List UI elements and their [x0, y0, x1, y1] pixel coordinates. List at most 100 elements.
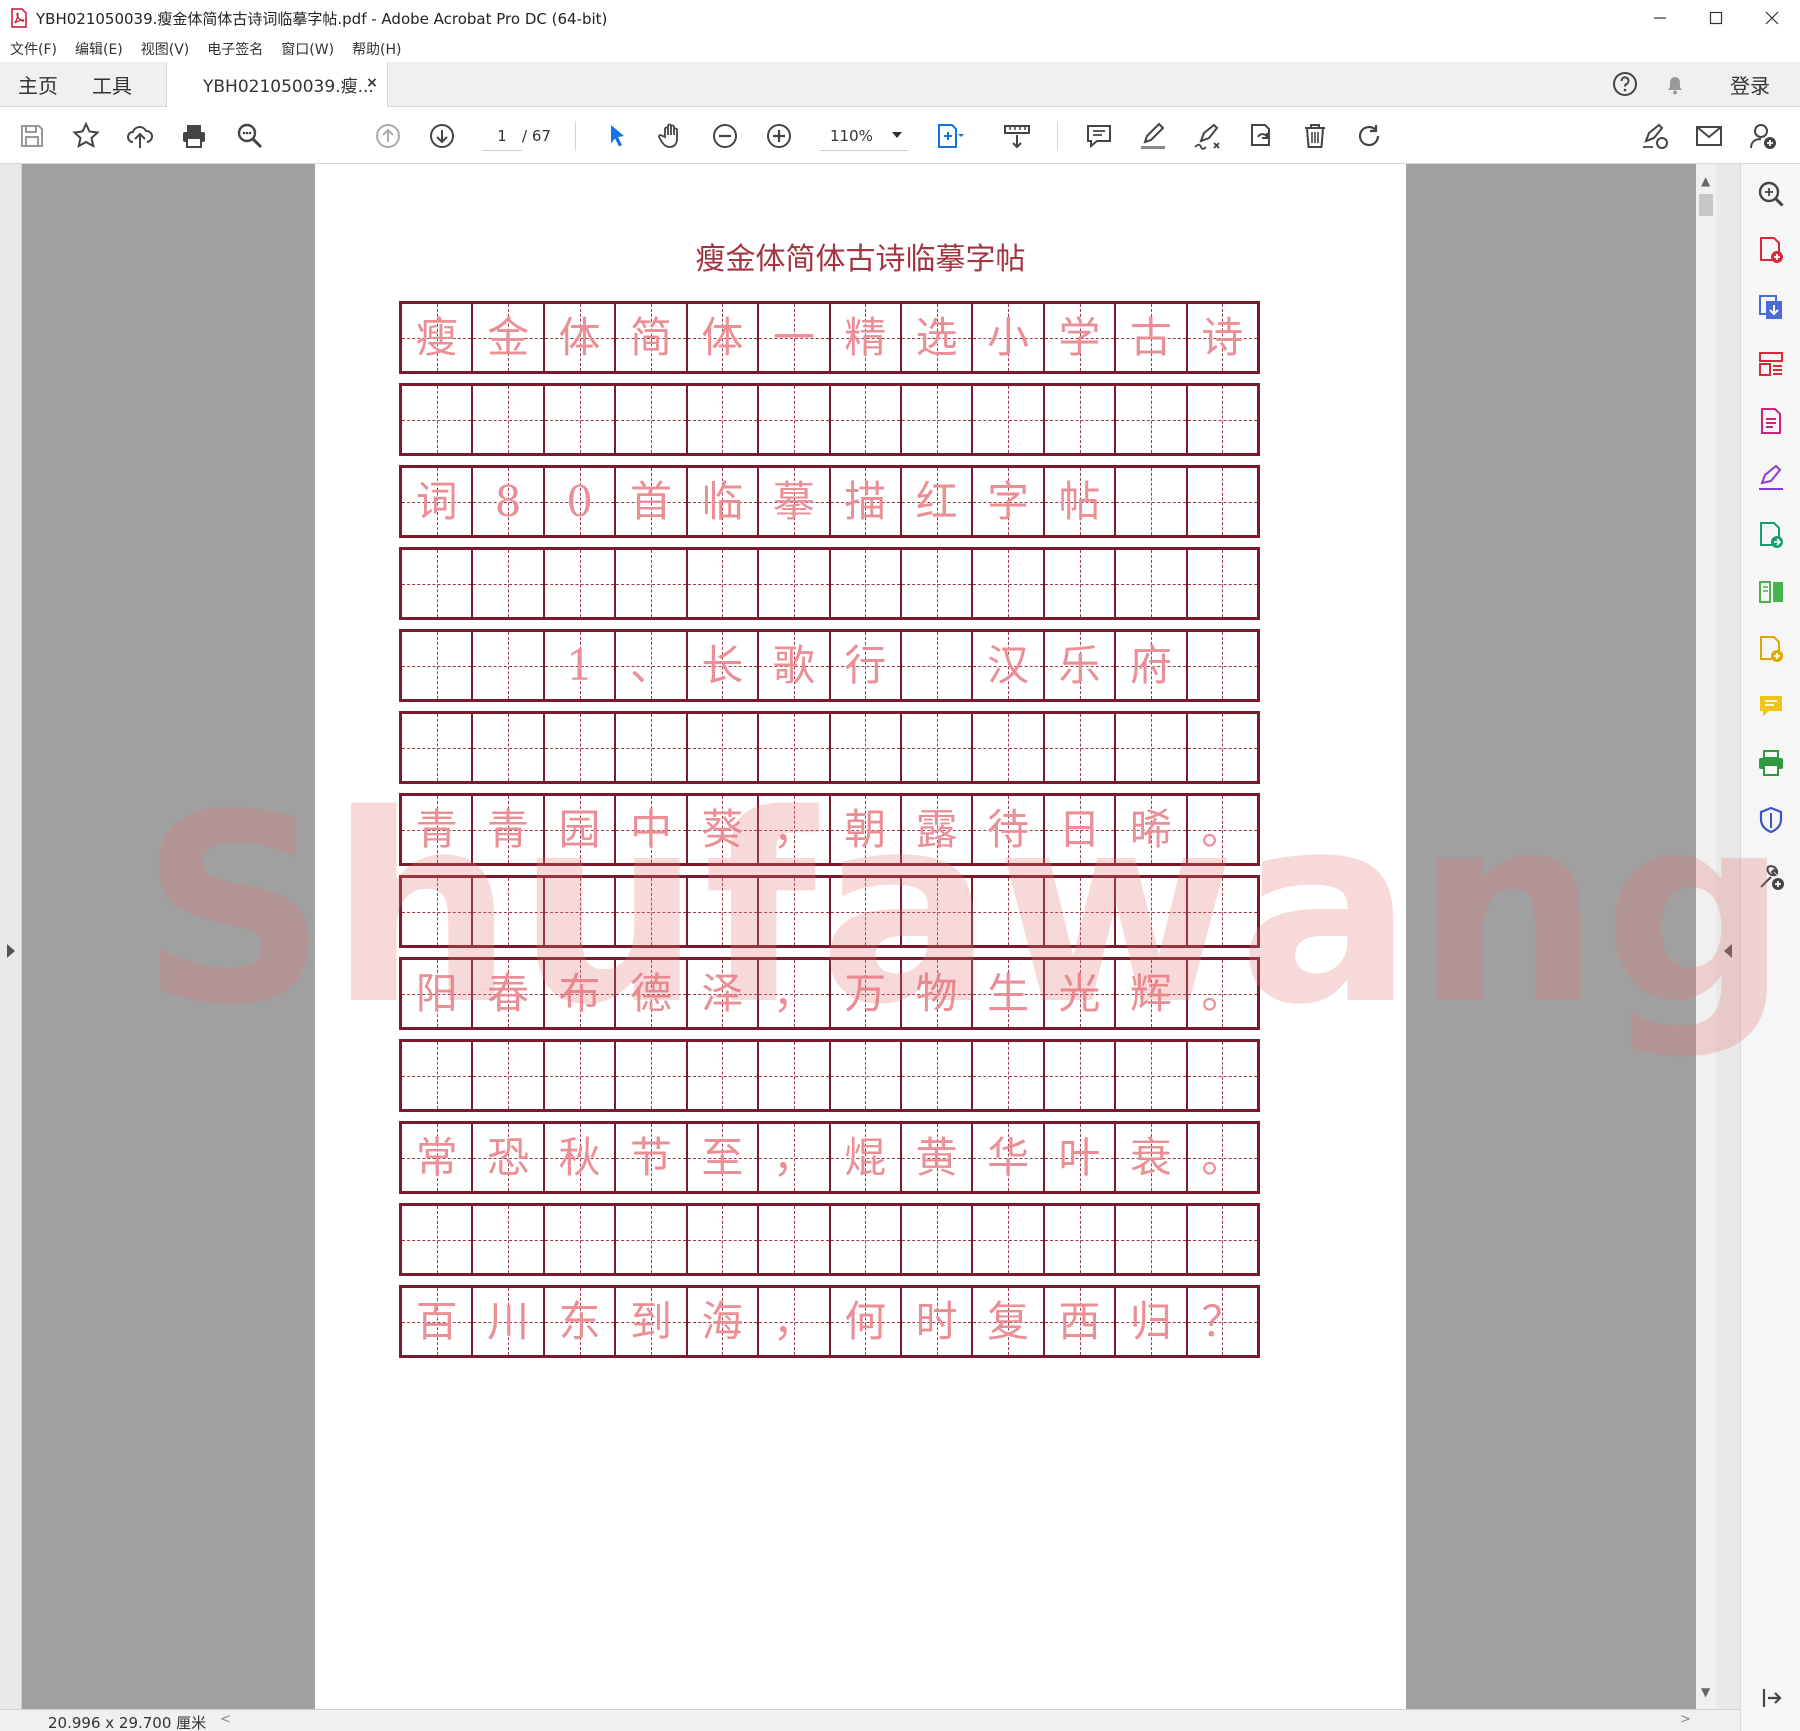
- trace-character: 瘦: [415, 312, 458, 362]
- grid-cell: [1116, 878, 1188, 945]
- menu-e-sign[interactable]: 电子签名: [198, 39, 272, 59]
- trace-character: 焜: [844, 1132, 887, 1182]
- minimize-icon: [1654, 17, 1666, 19]
- delete-trash-icon[interactable]: [1298, 119, 1332, 153]
- print-icon[interactable]: [177, 119, 211, 153]
- grid-cell: [973, 386, 1045, 453]
- maximize-button[interactable]: [1688, 0, 1744, 36]
- comment-tool-icon[interactable]: [1755, 690, 1787, 722]
- trace-character: 园: [558, 804, 601, 854]
- grid-cell: 朝: [830, 796, 902, 863]
- trace-character: 青: [415, 804, 458, 854]
- grid-cell: 一: [759, 304, 831, 371]
- grid-cell: [973, 878, 1045, 945]
- share-user-icon[interactable]: [1746, 119, 1780, 153]
- create-pdf-icon[interactable]: [1755, 234, 1787, 266]
- grid-row: 青青园中葵，朝露待日晞。: [399, 793, 1260, 866]
- grid-cell: [687, 386, 760, 453]
- grid-cell: [1044, 386, 1117, 453]
- minimize-button[interactable]: [1632, 0, 1688, 36]
- grid-cell: ，: [759, 960, 831, 1027]
- grid-cell: [901, 714, 974, 781]
- combine-files-icon[interactable]: [1755, 633, 1787, 665]
- menu-window[interactable]: 窗口(W): [272, 39, 343, 59]
- left-panel-toggle[interactable]: [0, 164, 22, 1709]
- tab-home[interactable]: 主页: [18, 62, 58, 106]
- trace-character: 学: [1058, 312, 1101, 362]
- menu-edit[interactable]: 编辑(E): [66, 39, 132, 59]
- organize-pages-icon[interactable]: [1755, 348, 1787, 380]
- grid-cell: [1116, 550, 1188, 617]
- grid-cell: [973, 1042, 1045, 1109]
- zoom-level-dropdown[interactable]: 110%: [820, 121, 908, 151]
- compare-files-icon[interactable]: [1755, 576, 1787, 608]
- fill-and-sign-icon[interactable]: [1755, 462, 1787, 494]
- email-icon[interactable]: [1692, 119, 1726, 153]
- grid-cell: 葵: [687, 796, 760, 863]
- grid-cell: [616, 1042, 688, 1109]
- trace-character: 春: [487, 968, 530, 1018]
- grid-cell: [1187, 878, 1258, 945]
- fill-sign-icon[interactable]: [1638, 119, 1672, 153]
- grid-cell: 古: [1116, 304, 1188, 371]
- trace-character: 。: [1201, 804, 1244, 854]
- cloud-upload-icon[interactable]: [123, 119, 157, 153]
- login-button[interactable]: 登录: [1730, 70, 1770, 99]
- grid-cell: 字: [973, 468, 1045, 535]
- menu-help[interactable]: 帮助(H): [343, 39, 410, 59]
- help-icon[interactable]: [1610, 69, 1640, 99]
- previous-page-icon[interactable]: [371, 119, 405, 153]
- protect-shield-icon[interactable]: [1755, 804, 1787, 836]
- maximize-icon: [1709, 11, 1723, 25]
- vertical-scrollbar[interactable]: ▲ ▼: [1696, 164, 1716, 1709]
- search-icon[interactable]: [1755, 178, 1787, 210]
- grid-cell: [1116, 1206, 1188, 1273]
- edit-pdf-icon[interactable]: [1755, 405, 1787, 437]
- menu-view[interactable]: 视图(V): [132, 39, 199, 59]
- page-number-input[interactable]: 1: [482, 121, 522, 151]
- hand-tool-icon[interactable]: [654, 119, 688, 153]
- menu-bar: 文件(F) 编辑(E) 视图(V) 电子签名 窗口(W) 帮助(H): [0, 36, 1800, 62]
- grid-cell: 黄: [901, 1124, 974, 1191]
- scroll-up-icon[interactable]: ▲: [1701, 174, 1710, 188]
- measure-tool-icon[interactable]: [1000, 119, 1034, 153]
- tab-tools[interactable]: 工具: [92, 62, 132, 106]
- bookmark-star-icon[interactable]: [69, 119, 103, 153]
- highlight-pen-icon[interactable]: [1136, 119, 1170, 153]
- grid-cell: [473, 632, 545, 699]
- scroll-left-icon[interactable]: <: [220, 1712, 231, 1727]
- select-cursor-icon[interactable]: [600, 119, 634, 153]
- fit-page-icon[interactable]: [932, 119, 966, 153]
- grid-cell: [687, 878, 760, 945]
- comment-icon[interactable]: [1082, 119, 1116, 153]
- zoom-out-icon[interactable]: [708, 119, 742, 153]
- notification-bell-icon[interactable]: [1660, 69, 1690, 99]
- save-icon[interactable]: [15, 119, 49, 153]
- right-panel-toggle[interactable]: [1716, 164, 1740, 1709]
- collapse-panel-icon[interactable]: [1755, 1682, 1787, 1714]
- tab-document[interactable]: YBH021050039.瘦... ×: [166, 62, 388, 107]
- export-pdf-icon[interactable]: [1755, 291, 1787, 323]
- menu-file[interactable]: 文件(F): [0, 39, 66, 59]
- rotate-document-icon[interactable]: [1244, 119, 1278, 153]
- grid-cell: 物: [901, 960, 974, 1027]
- scroll-right-icon[interactable]: >: [1680, 1712, 1691, 1727]
- grid-cell: [830, 1042, 902, 1109]
- trace-character: 1: [566, 640, 593, 690]
- rotate-view-icon[interactable]: [1352, 119, 1386, 153]
- grid-cell: [544, 878, 617, 945]
- scroll-down-icon[interactable]: ▼: [1701, 1685, 1710, 1699]
- grid-cell: 秋: [544, 1124, 617, 1191]
- next-page-icon[interactable]: [425, 119, 459, 153]
- send-for-signature-icon[interactable]: [1755, 519, 1787, 551]
- signature-pen-icon[interactable]: [1190, 119, 1224, 153]
- zoom-in-icon[interactable]: [762, 119, 796, 153]
- more-tools-icon[interactable]: [1755, 861, 1787, 893]
- tab-close-button[interactable]: ×: [365, 76, 379, 90]
- trace-character: 生: [987, 968, 1030, 1018]
- scrollbar-thumb[interactable]: [1699, 194, 1713, 216]
- close-window-button[interactable]: [1744, 0, 1800, 36]
- grid-cell: [901, 1206, 974, 1273]
- search-zoom-icon[interactable]: [233, 119, 267, 153]
- print-production-icon[interactable]: [1755, 747, 1787, 779]
